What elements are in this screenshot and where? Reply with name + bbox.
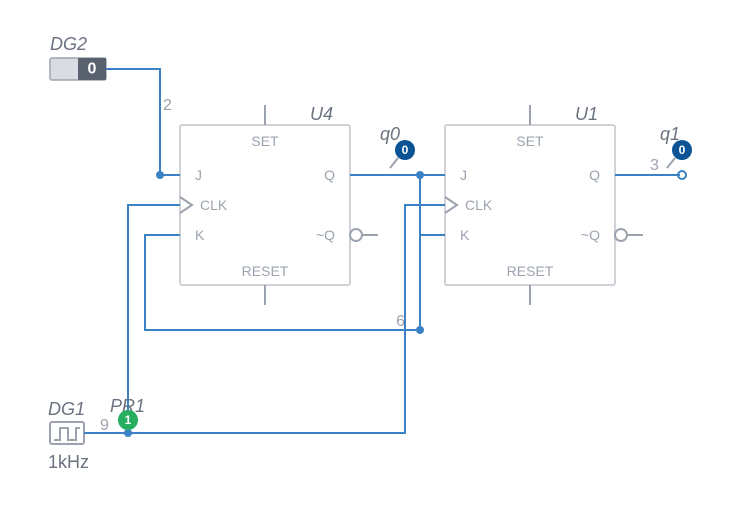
dg2-ref: DG2 (50, 34, 87, 54)
net-3-label: 3 (650, 157, 659, 174)
u4-pin-nq: ~Q (316, 227, 335, 243)
u4-pin-k: K (195, 227, 205, 243)
u1-pin-clk: CLK (465, 197, 493, 213)
dg1-ref: DG1 (48, 399, 85, 419)
u1-pin-set: SET (516, 133, 544, 149)
u1-pin-q: Q (589, 167, 600, 183)
u4-ref: U4 (310, 104, 333, 124)
u1-ref: U1 (575, 104, 598, 124)
u1-pin-reset: RESET (507, 263, 554, 279)
schematic-canvas[interactable]: U4 SET RESET J CLK K Q ~Q U1 SET RESET J… (0, 0, 742, 510)
probe-pr1[interactable]: PR1 1 (110, 396, 145, 430)
u4-pin-j: J (195, 167, 202, 183)
u1-pin-j: J (460, 167, 467, 183)
q1-value: 0 (679, 143, 686, 157)
probe-q1[interactable]: q1 0 (660, 124, 692, 168)
net-2-label: 2 (163, 97, 172, 114)
probe-q0[interactable]: q0 0 (380, 124, 415, 168)
u4-pin-q: Q (324, 167, 335, 183)
u4-pin-clk: CLK (200, 197, 228, 213)
component-dg2[interactable]: DG2 0 (50, 34, 106, 80)
component-dg1[interactable]: DG1 1kHz (48, 399, 89, 472)
q1-ref: q1 (660, 124, 680, 144)
u1-pin-nq: ~Q (581, 227, 600, 243)
pr1-value: 1 (125, 413, 132, 427)
dg2-value: 0 (88, 61, 97, 78)
q0-value: 0 (402, 143, 409, 157)
net-9-label: 9 (100, 417, 109, 434)
u4-pin-set: SET (251, 133, 279, 149)
net-6-label: 6 (396, 313, 405, 330)
component-u4[interactable]: U4 SET RESET J CLK K Q ~Q (180, 104, 378, 305)
dg1-freq: 1kHz (48, 452, 89, 472)
u1-pin-k: K (460, 227, 470, 243)
u4-pin-reset: RESET (242, 263, 289, 279)
q0-ref: q0 (380, 124, 400, 144)
component-u1[interactable]: U1 SET RESET J CLK K Q ~Q (445, 104, 643, 305)
